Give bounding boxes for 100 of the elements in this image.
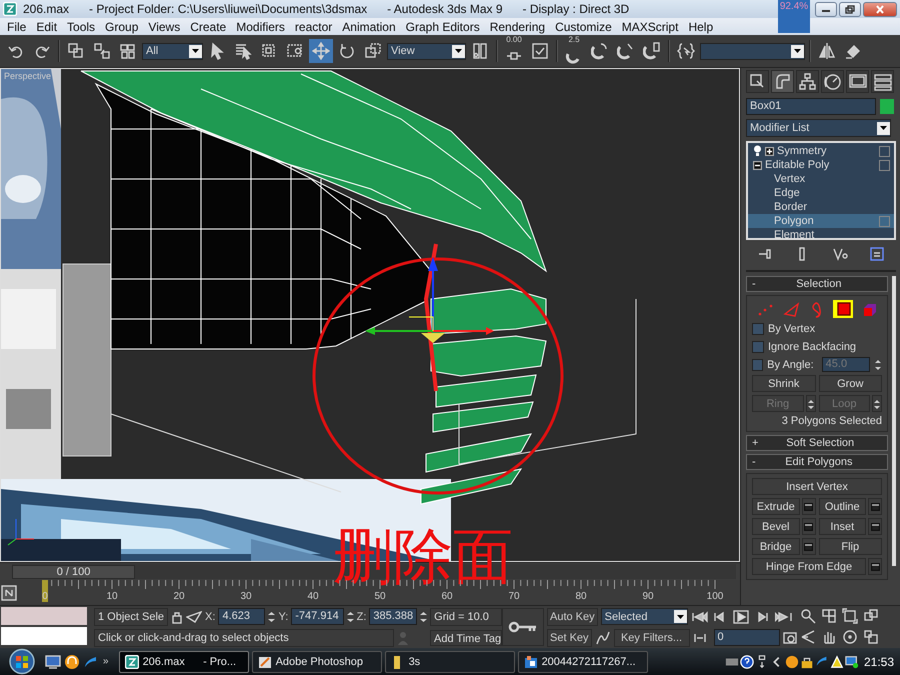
key-icon[interactable] — [502, 608, 544, 646]
stack-checkbox[interactable] — [879, 146, 890, 156]
warning-icon[interactable] — [830, 654, 844, 668]
utilities-tab[interactable] — [871, 70, 894, 93]
panel-button[interactable]: Inset — [818, 518, 866, 535]
menu-item[interactable]: Animation — [337, 20, 401, 34]
rollout-header[interactable]: + Soft Selection — [746, 435, 888, 451]
edge-level-icon[interactable] — [781, 300, 801, 318]
rollout-toggle[interactable]: - — [752, 278, 756, 290]
restore-button[interactable] — [839, 2, 861, 16]
key-mode-icon[interactable] — [692, 632, 707, 644]
modifier-item[interactable]: Symmetry — [777, 145, 826, 157]
panel-button[interactable]: Shrink — [752, 375, 816, 392]
expand-toggle-icon[interactable] — [765, 146, 774, 156]
object-name-field[interactable]: Box01 — [746, 98, 876, 115]
taskbar-button[interactable]: 206.max - Pro... — [118, 650, 249, 672]
sub-object-item[interactable]: Border — [748, 200, 894, 214]
more-button[interactable]: » — [100, 656, 112, 667]
listener-field[interactable] — [1, 627, 87, 645]
computer-icon[interactable] — [844, 654, 859, 668]
panel-button[interactable]: Flip — [818, 538, 882, 555]
rollout-header[interactable]: - Selection — [746, 276, 888, 292]
minimize-button[interactable] — [815, 2, 837, 16]
taskbar-button[interactable]: 20044272117267... — [518, 650, 648, 672]
menu-item[interactable]: Create — [185, 20, 232, 34]
polygon-level-icon[interactable] — [833, 300, 853, 318]
settings-icon[interactable] — [802, 518, 816, 535]
configure-icon[interactable] — [869, 246, 886, 262]
close-button[interactable] — [863, 2, 897, 16]
add-time-tag-button[interactable]: Add Time Tag — [430, 630, 502, 646]
current-frame-marker[interactable] — [42, 580, 48, 602]
settings-icon[interactable] — [868, 518, 882, 535]
panel-button[interactable]: Bridge — [752, 538, 800, 555]
create-tab[interactable] — [746, 70, 769, 93]
rollout-header[interactable]: - Edit Polygons — [746, 454, 888, 470]
auto-key-button[interactable]: Auto Key — [547, 608, 598, 626]
menu-item[interactable]: Customize — [550, 20, 617, 34]
menu-item[interactable]: Edit — [31, 20, 62, 34]
play-icon[interactable] — [732, 610, 751, 624]
sub-object-item[interactable]: Polygon — [748, 214, 894, 228]
spinner-icon[interactable] — [874, 358, 882, 372]
curve-editor-icon[interactable] — [0, 584, 18, 602]
hierarchy-tab[interactable] — [796, 70, 819, 93]
coordinate-system-dropdown[interactable]: View — [387, 42, 466, 60]
time-config-icon[interactable] — [782, 630, 797, 644]
rollout-toggle[interactable]: - — [752, 456, 756, 468]
lock-icon[interactable] — [171, 610, 184, 624]
current-frame-field[interactable]: 0 — [714, 629, 780, 646]
menu-item[interactable]: Group — [100, 20, 144, 34]
sub-object-item[interactable]: Element — [748, 228, 894, 242]
help-icon[interactable] — [740, 654, 754, 668]
menu-item[interactable]: MAXScript — [616, 20, 684, 34]
swoosh-icon[interactable] — [83, 654, 97, 668]
spinner-icon[interactable] — [872, 395, 882, 412]
coordinate-field[interactable]: 385.388 — [369, 608, 418, 625]
go-end-icon[interactable] — [774, 610, 793, 624]
move-tool-button[interactable] — [309, 39, 333, 63]
zoom-extents-icon[interactable] — [842, 608, 860, 626]
settings-icon[interactable] — [802, 538, 816, 555]
key-filters-button[interactable]: Key Filters... — [614, 628, 690, 646]
named-selection-dropdown[interactable] — [700, 42, 805, 60]
selection-filter-dropdown[interactable]: All — [142, 42, 203, 60]
settings-icon[interactable] — [868, 558, 882, 575]
set-key-button[interactable]: Set Key — [547, 628, 592, 646]
make-unique-icon[interactable] — [832, 246, 848, 262]
menu-item[interactable]: File — [2, 20, 32, 34]
listener-field[interactable] — [1, 607, 87, 625]
spinner-icon[interactable] — [268, 610, 276, 624]
panel-button[interactable]: Outline — [818, 498, 866, 515]
menu-item[interactable]: Tools — [62, 20, 100, 34]
menu-item[interactable]: Rendering — [484, 20, 550, 34]
key-set-dropdown[interactable]: Selected — [600, 608, 688, 625]
panel-button[interactable]: Insert Vertex — [752, 478, 882, 495]
taskbar-button[interactable]: 3s — [384, 650, 515, 672]
desktop-icon[interactable] — [45, 654, 61, 668]
motion-tab[interactable] — [821, 70, 844, 93]
menu-item[interactable]: Help — [683, 20, 718, 34]
menu-item[interactable]: Views — [143, 20, 186, 34]
spinner-icon[interactable] — [420, 610, 428, 624]
coordinate-field[interactable]: -747.914 — [291, 608, 344, 625]
taskbar-button[interactable]: Adobe Photoshop — [252, 650, 382, 672]
coordinate-field[interactable]: 4.623 — [218, 608, 266, 625]
expand-toggle-icon[interactable] — [753, 160, 762, 170]
mesh-drawing[interactable] — [62, 70, 636, 505]
panel-button[interactable]: Grow — [818, 375, 882, 392]
checkbox[interactable] — [752, 340, 764, 352]
sub-object-item[interactable]: Vertex — [748, 172, 894, 186]
zoom-icon[interactable] — [800, 608, 818, 626]
settings-icon[interactable] — [868, 498, 882, 515]
spinner-icon[interactable] — [346, 610, 354, 624]
modifier-item[interactable]: Editable Poly — [765, 159, 830, 171]
modifier-list-dropdown[interactable]: Modifier List — [746, 119, 891, 137]
panel-button[interactable]: Hinge From Edge — [752, 558, 866, 575]
scrollbar[interactable] — [892, 276, 896, 566]
sub-object-item[interactable]: Edge — [748, 186, 894, 200]
menu-item[interactable]: Graph Editors — [400, 20, 485, 34]
display-tab[interactable] — [846, 70, 869, 93]
modify-tab[interactable] — [771, 70, 794, 93]
go-start-icon[interactable] — [690, 610, 709, 624]
panel-button[interactable]: Extrude — [752, 498, 800, 515]
